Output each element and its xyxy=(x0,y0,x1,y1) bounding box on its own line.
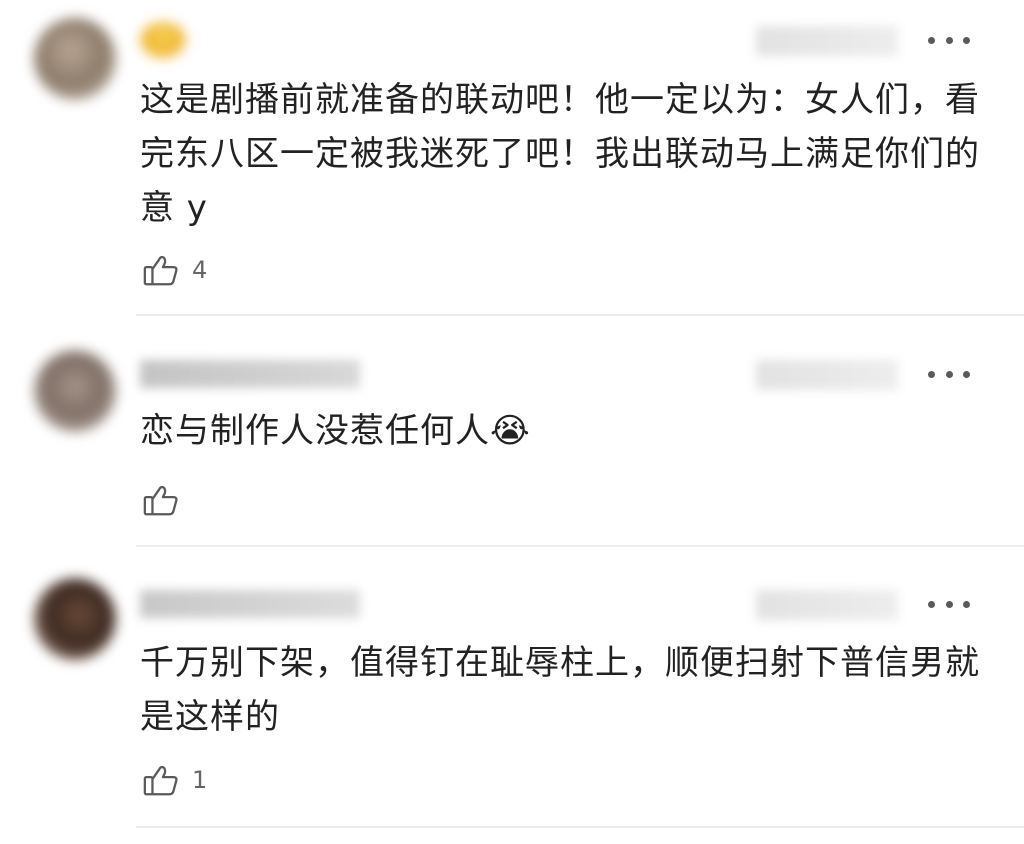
more-icon[interactable] xyxy=(928,364,970,384)
timestamp xyxy=(756,590,898,620)
like-button[interactable]: 1 xyxy=(142,760,207,800)
more-icon[interactable] xyxy=(928,30,970,50)
comment-text: 千万别下架，值得钉在耻辱柱上，顺便扫射下普信男就是这样的 xyxy=(140,643,980,737)
divider xyxy=(136,826,1024,828)
like-count: 1 xyxy=(192,766,208,794)
thumbs-up-icon xyxy=(142,251,180,289)
comment-text: 恋与制作人没惹任何人😭 xyxy=(140,411,531,451)
thumbs-up-icon xyxy=(142,481,180,519)
username[interactable] xyxy=(140,22,186,58)
timestamp xyxy=(756,360,898,390)
username[interactable] xyxy=(140,360,360,388)
like-count: 4 xyxy=(192,256,208,284)
like-button[interactable] xyxy=(142,480,192,520)
more-icon[interactable] xyxy=(928,594,970,614)
avatar[interactable] xyxy=(34,18,116,100)
comment-text: 这是剧播前就准备的联动吧！他一定以为：女人们，看完东八区一定被我迷死了吧！我出联… xyxy=(140,80,980,228)
like-button[interactable]: 4 xyxy=(142,250,207,290)
avatar[interactable] xyxy=(34,350,116,432)
timestamp xyxy=(756,26,898,56)
username[interactable] xyxy=(140,590,360,618)
avatar[interactable] xyxy=(34,578,116,660)
divider xyxy=(136,545,1024,547)
thumbs-up-icon xyxy=(142,761,180,799)
divider xyxy=(136,314,1024,316)
